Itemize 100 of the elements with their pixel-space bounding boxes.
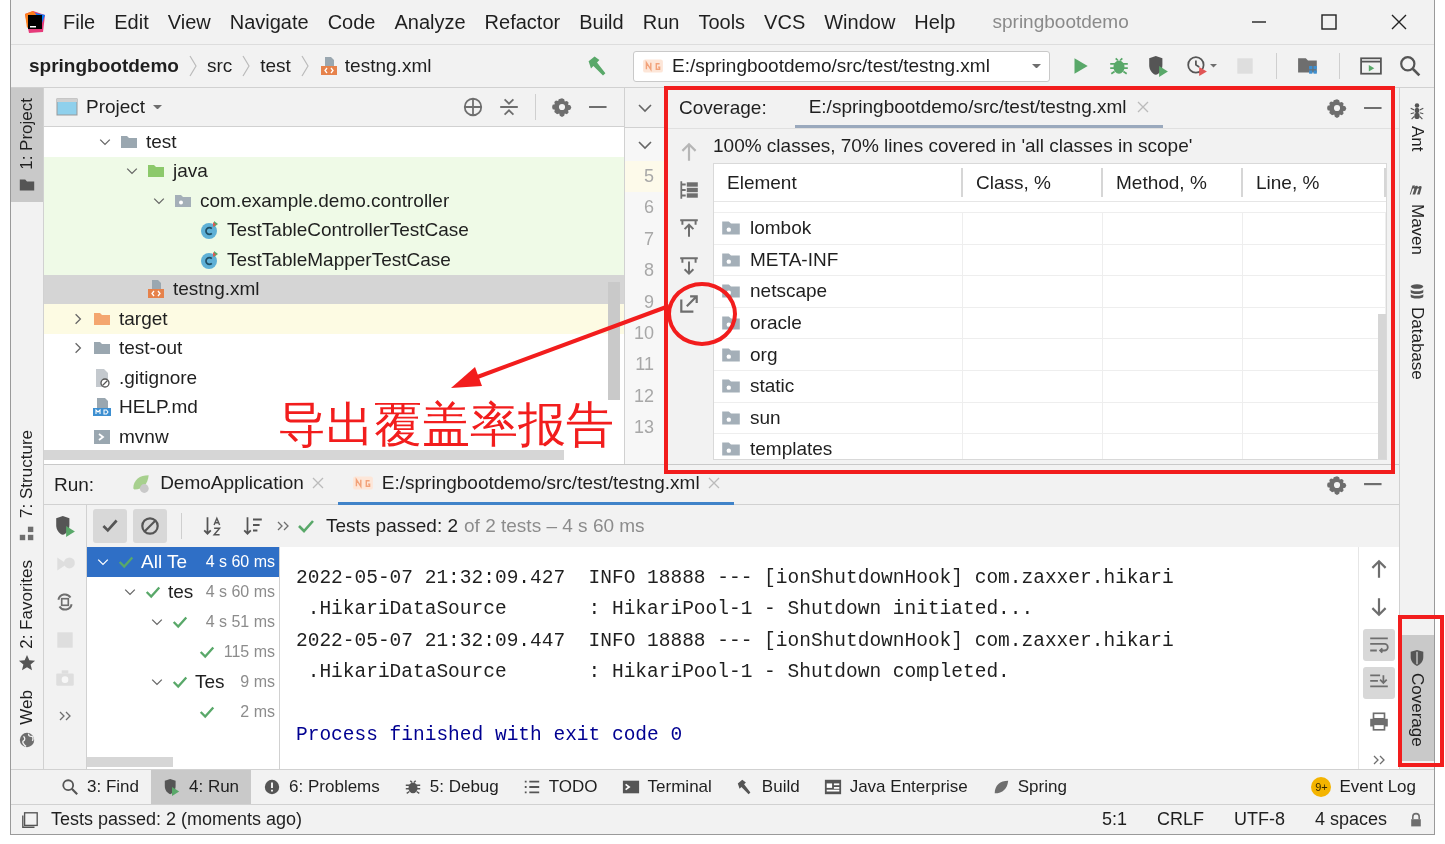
breadcrumb[interactable]: src (206, 55, 233, 77)
menu-item[interactable]: File (63, 10, 96, 34)
more-icon[interactable] (276, 519, 290, 533)
tree-item[interactable]: test (44, 127, 181, 157)
status-message: Tests passed: 2 (moments ago) (51, 809, 303, 830)
breadcrumb-separator-icon (241, 55, 252, 77)
close-icon (1391, 14, 1407, 30)
tree-item[interactable]: testng.xml (44, 274, 624, 304)
menu-item[interactable]: Run (642, 10, 680, 34)
warning-icon (263, 778, 282, 796)
menu-item[interactable]: Build (579, 10, 624, 34)
console-action-button[interactable] (1363, 667, 1395, 699)
console-action-button[interactable] (1363, 629, 1395, 661)
tool-window-tab[interactable]: 1: Project (11, 88, 43, 202)
tool-window-button[interactable]: 3: Find (49, 770, 151, 804)
event-log-button[interactable]: 9+ Event Log (1299, 770, 1428, 804)
highlight-circle (667, 282, 737, 346)
tool-window-tab[interactable]: Maven (1400, 165, 1434, 269)
tree-item[interactable]: com.example.demo.controller (44, 186, 624, 216)
table-cell: lombok (714, 213, 963, 244)
tool-window-button[interactable]: Spring (979, 770, 1079, 804)
test-tree-item[interactable]: All Te 4 s 60 ms (87, 547, 279, 577)
minimize-icon (1251, 21, 1267, 23)
test-tree-item[interactable]: tes 4 s 60 ms (87, 577, 279, 607)
bug-icon (403, 778, 422, 796)
tool-window-tab[interactable]: 2: Favorites (11, 549, 43, 681)
tool-window-button[interactable]: 4: Run (151, 770, 252, 804)
menu-item[interactable]: Navigate (229, 10, 309, 34)
tree-item[interactable]: test-out (44, 333, 187, 363)
tool-window-button[interactable]: 6: Problems (251, 770, 392, 804)
status-item[interactable]: 5:1 (1092, 809, 1136, 830)
status-item[interactable]: UTF-8 (1224, 809, 1294, 830)
table-cell: netscape (714, 276, 963, 307)
breadcrumb-separator-icon (187, 55, 198, 77)
minimize-icon (589, 105, 607, 109)
tree-item[interactable]: TestTableMapperTestCase (44, 245, 624, 275)
menu-item[interactable]: VCS (764, 10, 806, 34)
scrollbar[interactable] (44, 450, 564, 460)
scrollbar[interactable] (87, 757, 173, 767)
view-selector[interactable]: Project (56, 96, 163, 118)
breadcrumb[interactable]: test (260, 55, 291, 77)
breadcrumb[interactable]: testng.xml (318, 55, 432, 77)
run-tab[interactable]: E:/springbootdemo/src/test/testng.xml (337, 464, 734, 505)
printer-icon (1368, 710, 1390, 732)
run-tab[interactable]: DemoApplication (116, 464, 338, 505)
breadcrumb[interactable]: springbootdemo (29, 55, 179, 77)
caret-icon (1210, 64, 1217, 68)
scrollbar[interactable] (1378, 314, 1386, 459)
ant-icon (1408, 102, 1426, 120)
scrollbar[interactable] (608, 282, 620, 400)
tool-window-button[interactable]: Build (723, 770, 812, 804)
toolbar-toggle[interactable] (133, 509, 167, 543)
status-item[interactable]: CRLF (1147, 809, 1213, 830)
table-cell: org (714, 339, 963, 370)
camera-icon (54, 667, 76, 689)
tree-item[interactable]: java (44, 156, 624, 186)
tree-item[interactable]: TestTableControllerTestCase (44, 215, 624, 245)
column-header[interactable]: Method, % (1103, 168, 1243, 197)
menu-item[interactable]: Help (914, 10, 956, 34)
tool-window-button[interactable]: 5: Debug (391, 770, 511, 804)
xml-file-icon (318, 56, 339, 76)
bug-icon (1108, 55, 1130, 77)
notification-badge: 9+ (1311, 777, 1332, 797)
panel-label: Coverage: (679, 97, 767, 119)
menu-item[interactable]: Code (327, 10, 376, 34)
tool-window-tab[interactable]: Database (1400, 268, 1434, 394)
sort-alpha-icon (202, 515, 224, 537)
menu-item[interactable]: Analyze (394, 10, 466, 34)
tree-item[interactable]: HELP.md (44, 392, 202, 422)
more-icon[interactable] (1372, 753, 1386, 767)
layout-icon (21, 810, 39, 829)
line-number: 10 (632, 321, 655, 345)
test-tree-item[interactable]: Tes 9 ms (87, 667, 279, 697)
menu-item[interactable]: View (167, 10, 211, 34)
tree-item[interactable]: mvnw (44, 422, 173, 448)
tool-window-button[interactable]: TODO (510, 770, 610, 804)
tool-window-tab[interactable]: Web (11, 680, 43, 757)
column-header[interactable]: Class, % (963, 168, 1103, 197)
line-number: 9 (643, 290, 655, 314)
class-icon (200, 249, 220, 270)
status-item[interactable]: 4 spaces (1305, 809, 1396, 830)
tool-window-button[interactable]: Java Enterprise (811, 770, 980, 804)
column-header[interactable]: Element (714, 168, 963, 197)
coverage-tab[interactable]: E:/springbootdemo/src/test/testng.xml (794, 88, 1163, 128)
console-line: .HikariDataSource : HikariPool-1 - Shutdown initiated... (306, 597, 1035, 623)
run-configuration-dropdown[interactable]: E:/springbootdemo/src/test/testng.xml (633, 50, 1050, 82)
tool-window-tab[interactable]: Ant (1400, 88, 1434, 166)
menu-item[interactable]: Edit (114, 10, 149, 34)
tree-item[interactable]: target (44, 304, 624, 334)
tree-item[interactable]: .gitignore (44, 363, 202, 393)
toolbar-toggle[interactable] (93, 509, 127, 543)
table-cell: oracle (714, 307, 963, 339)
menu-item[interactable]: Refactor (484, 10, 561, 34)
more-icon[interactable] (58, 709, 72, 723)
tool-window-button[interactable]: Terminal (609, 770, 724, 804)
menu-item[interactable]: Tools (698, 10, 746, 34)
menu-item[interactable]: Window (824, 10, 896, 34)
tool-window-tab[interactable]: 7: Structure (11, 419, 43, 550)
column-header[interactable]: Line, % (1243, 168, 1386, 197)
tool-window-tab[interactable]: Coverage (1400, 635, 1434, 761)
